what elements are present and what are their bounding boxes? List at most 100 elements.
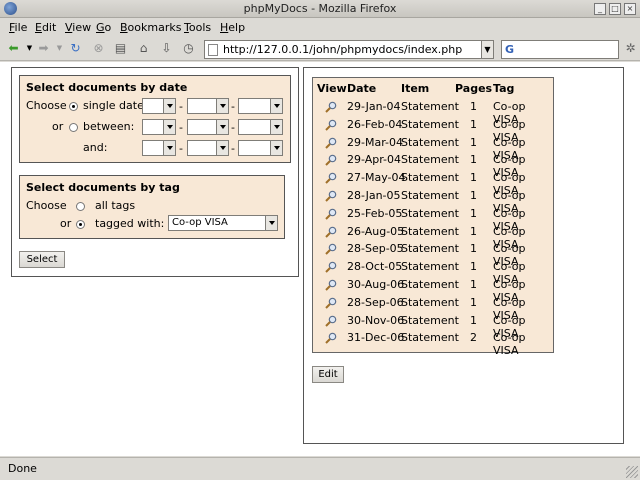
- table-row: 25-Feb-05 Statement 1 Co-op VISA: [313, 205, 553, 233]
- header-pages: Pages: [455, 82, 493, 95]
- row-item: Statement: [401, 206, 459, 220]
- from-date-day-select[interactable]: [142, 119, 176, 135]
- navigation-toolbar: ⬅ ▼ ➡ ▼ ↻ ⊗ ▤ ⌂ ⇩ ◷ ▼ G ✲: [0, 37, 640, 61]
- page-content: Select documents by date Choose single d…: [0, 62, 640, 456]
- row-date: 30-Nov-06: [347, 313, 405, 327]
- between-radio[interactable]: [69, 123, 78, 132]
- magnifier-icon[interactable]: [325, 315, 337, 327]
- single-date-year-select[interactable]: [238, 98, 283, 114]
- forward-arrow-icon[interactable]: ➡: [36, 41, 51, 56]
- menu-file[interactable]: File: [9, 21, 27, 34]
- menu-edit[interactable]: Edit: [35, 21, 56, 34]
- tagged-with-radio[interactable]: [76, 220, 85, 229]
- row-pages: 1: [470, 278, 477, 291]
- back-arrow-icon[interactable]: ⬅: [6, 41, 21, 56]
- menu-bar: File Edit View Go Bookmarks Tools Help: [0, 19, 640, 36]
- tag-select[interactable]: Co-op VISA: [168, 215, 278, 231]
- magnifier-icon[interactable]: [325, 154, 337, 167]
- row-date: 29-Jan-04: [347, 100, 401, 113]
- all-tags-radio[interactable]: [76, 202, 85, 211]
- single-date-day-select[interactable]: [142, 98, 176, 114]
- select-button[interactable]: Select: [19, 251, 65, 268]
- magnifier-icon[interactable]: [325, 101, 337, 113]
- magnifier-icon[interactable]: [325, 190, 337, 202]
- address-bar[interactable]: [204, 40, 494, 59]
- magnifier-icon[interactable]: [325, 208, 337, 220]
- to-date-year-select[interactable]: [238, 140, 283, 156]
- single-date-radio[interactable]: [69, 102, 78, 111]
- row-date: 31-Dec-06: [347, 331, 405, 345]
- row-date: 26-Feb-04: [347, 117, 403, 131]
- edit-button[interactable]: Edit: [312, 366, 344, 383]
- magnifier-icon[interactable]: [325, 137, 337, 149]
- row-date: 28-Sep-06: [347, 295, 404, 309]
- magnifier-icon[interactable]: [325, 261, 337, 273]
- magnifier-icon[interactable]: [325, 332, 337, 345]
- magnifier-icon[interactable]: [325, 119, 337, 131]
- menu-view[interactable]: View: [65, 21, 91, 34]
- row-pages: 1: [470, 224, 477, 238]
- table-row: 29-Apr-04 Statement 1 Co-op VISA: [313, 151, 553, 179]
- search-box[interactable]: G: [501, 40, 619, 59]
- table-row: 28-Sep-05 Statement 1 Co-op VISA: [313, 240, 553, 268]
- date-selection-box: Select documents by date Choose single d…: [19, 75, 291, 163]
- page-icon: [208, 44, 218, 56]
- magnifier-icon[interactable]: [325, 243, 337, 256]
- stop-icon[interactable]: ⊗: [91, 41, 106, 56]
- title-bar: phpMyDocs - Mozilla Firefox _ □ ×: [0, 0, 640, 18]
- row-pages: 2: [470, 331, 477, 345]
- minimize-icon[interactable]: _: [594, 3, 606, 15]
- row-item: Statement: [401, 117, 459, 131]
- to-date-month-select[interactable]: [187, 140, 229, 156]
- table-row: 26-Aug-05 Statement 1 Co-op VISA: [313, 223, 553, 251]
- url-input[interactable]: [223, 42, 481, 57]
- row-pages: 1: [470, 117, 477, 131]
- home-icon[interactable]: ⌂: [136, 41, 151, 56]
- row-date: 25-Feb-05: [347, 206, 403, 220]
- header-date: Date: [347, 82, 377, 95]
- magnifier-icon[interactable]: [325, 297, 337, 309]
- menu-go[interactable]: Go: [96, 21, 111, 34]
- row-pages: 1: [470, 100, 477, 113]
- row-item: Statement: [401, 153, 459, 167]
- download-icon[interactable]: ⇩: [159, 41, 174, 56]
- maximize-icon[interactable]: □: [609, 3, 621, 15]
- to-date-day-select[interactable]: [142, 140, 176, 156]
- row-item: Statement: [401, 242, 459, 256]
- header-tag: Tag: [493, 82, 515, 95]
- row-date: 28-Oct-05: [347, 260, 403, 274]
- from-date-month-select[interactable]: [187, 119, 229, 135]
- magnifier-icon[interactable]: [325, 226, 337, 238]
- or-label: or: [52, 120, 64, 133]
- date-section-heading: Select documents by date: [26, 81, 188, 94]
- forward-dropdown-icon[interactable]: ▼: [52, 41, 67, 56]
- back-dropdown-icon[interactable]: ▼: [22, 41, 37, 56]
- choose-label: Choose: [26, 99, 67, 112]
- documents-table: View Date Item Pages Tag 29-Jan-04 Statem…: [312, 77, 554, 357]
- row-item: Statement: [401, 224, 459, 238]
- close-icon[interactable]: ×: [624, 3, 636, 15]
- print-icon[interactable]: ▤: [113, 41, 128, 56]
- row-item: Statement: [401, 331, 459, 345]
- url-history-dropdown-icon[interactable]: ▼: [481, 40, 494, 59]
- tag-select-value: Co-op VISA: [172, 217, 228, 228]
- magnifier-icon[interactable]: [325, 172, 337, 184]
- resize-grip-icon[interactable]: [626, 466, 638, 478]
- row-pages: 1: [470, 135, 477, 149]
- google-search-icon[interactable]: G: [505, 43, 514, 56]
- from-date-year-select[interactable]: [238, 119, 283, 135]
- history-icon[interactable]: ◷: [181, 41, 196, 56]
- menu-help[interactable]: Help: [220, 21, 245, 34]
- single-date-month-select[interactable]: [187, 98, 229, 114]
- menu-bookmarks[interactable]: Bookmarks: [120, 21, 181, 34]
- row-pages: 1: [470, 242, 477, 256]
- reload-icon[interactable]: ↻: [68, 41, 83, 56]
- row-item: Statement: [401, 189, 459, 202]
- row-date: 26-Aug-05: [347, 224, 405, 238]
- between-label: between:: [83, 120, 135, 133]
- magnifier-icon[interactable]: [325, 279, 337, 291]
- menu-tools[interactable]: Tools: [184, 21, 211, 34]
- row-date: 29-Apr-04: [347, 153, 402, 167]
- selection-panel: Select documents by date Choose single d…: [11, 67, 299, 277]
- table-row: 30-Nov-06 Statement 1 Co-op VISA: [313, 312, 553, 340]
